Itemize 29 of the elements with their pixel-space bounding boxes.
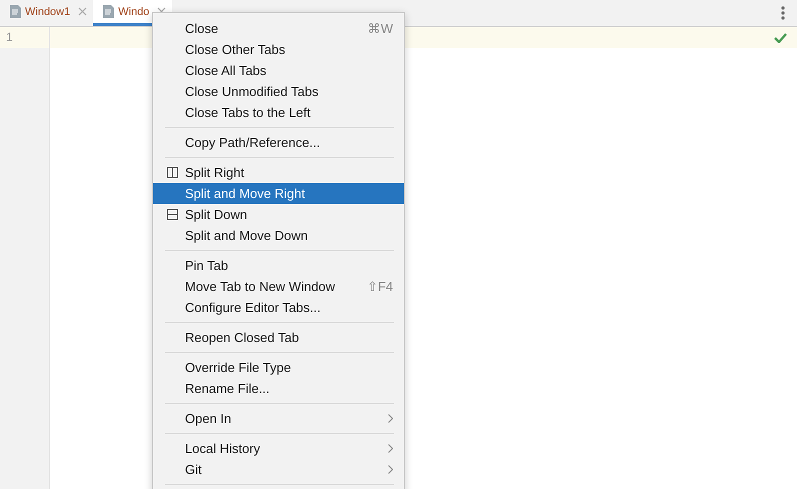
menu-item[interactable]: Split Right xyxy=(153,162,404,183)
menu-item[interactable]: Pin Tab xyxy=(153,255,404,276)
menu-item[interactable]: Reopen Closed Tab xyxy=(153,327,404,348)
menu-item[interactable]: Override File Type xyxy=(153,357,404,378)
menu-item[interactable]: Split and Move Right xyxy=(153,183,404,204)
file-icon xyxy=(103,5,114,18)
menu-item[interactable]: Close Other Tabs xyxy=(153,39,404,60)
split-vertical-icon xyxy=(167,167,178,178)
file-icon xyxy=(10,5,21,18)
editor-tab[interactable]: Window1 xyxy=(0,0,94,26)
shortcut-label: ⇧F4 xyxy=(366,279,393,294)
menu-item[interactable]: Split and Move Down xyxy=(153,225,404,246)
menu-item[interactable]: Rename File... xyxy=(153,378,404,399)
line-number: 1 xyxy=(0,27,49,48)
more-options-icon[interactable] xyxy=(781,6,785,20)
split-horizontal-icon xyxy=(167,209,178,220)
menu-item[interactable]: Configure Editor Tabs... xyxy=(153,297,404,318)
menu-item[interactable]: Open In xyxy=(153,408,404,429)
menu-item[interactable]: Copy Path/Reference... xyxy=(153,132,404,153)
menu-item[interactable]: Close Tabs to the Left xyxy=(153,102,404,123)
menu-item[interactable]: Move Tab to New Window ⇧F4 xyxy=(153,276,404,297)
menu-item[interactable]: Close All Tabs xyxy=(153,60,404,81)
menu-item[interactable]: Git xyxy=(153,459,404,480)
shortcut-label: ⌘W xyxy=(368,21,393,36)
checkmark-icon xyxy=(774,32,787,42)
menu-item[interactable]: Close Unmodified Tabs xyxy=(153,81,404,102)
menu-item[interactable]: Local History xyxy=(153,438,404,459)
close-icon[interactable] xyxy=(78,7,88,16)
menu-item[interactable]: Split Down xyxy=(153,204,404,225)
